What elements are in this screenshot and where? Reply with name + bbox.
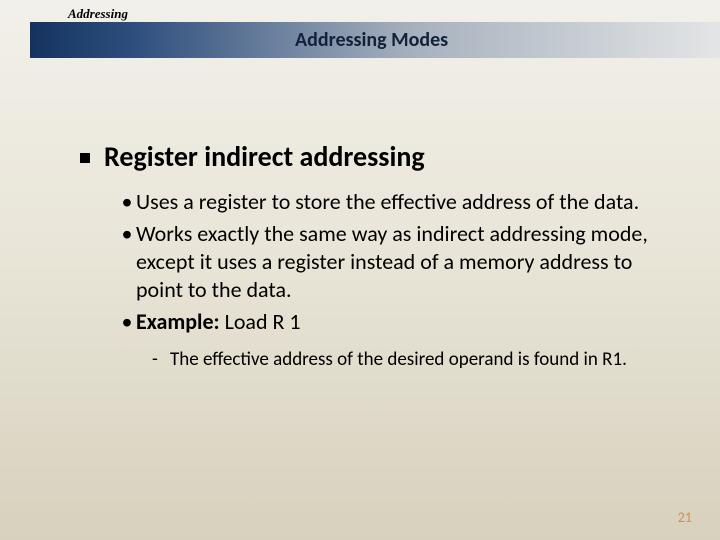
- list-item: • Works exactly the same way as indirect…: [118, 220, 660, 304]
- heading-text: Register indirect addressing: [104, 140, 425, 174]
- content-area: Register indirect addressing • Uses a re…: [80, 140, 660, 373]
- example-label: Example:: [136, 308, 220, 335]
- page-number: 21: [678, 509, 692, 526]
- bullet-list: • Uses a register to store the effective…: [118, 188, 660, 337]
- heading-bullet: Register indirect addressing: [80, 140, 660, 174]
- slide: Addressing Addressing Modes Register ind…: [0, 0, 720, 540]
- square-bullet-icon: [80, 153, 90, 163]
- list-item: • Uses a register to store the effective…: [118, 188, 660, 216]
- bullet-dot-icon: •: [118, 308, 136, 336]
- bullet-dot-icon: •: [118, 188, 136, 216]
- sub-note-text: The effective address of the desired ope…: [170, 348, 660, 373]
- example-line: Example: Load R 1: [136, 308, 660, 336]
- section-label: Addressing: [68, 6, 128, 22]
- dash-bullet-icon: -: [152, 348, 170, 373]
- bullet-dot-icon: •: [118, 220, 136, 248]
- example-text: Load R 1: [220, 308, 301, 335]
- list-item-text: Works exactly the same way as indirect a…: [136, 220, 660, 304]
- title-bar: Addressing Modes: [30, 22, 720, 58]
- list-item-text: Uses a register to store the effective a…: [136, 188, 660, 216]
- sub-note-item: - The effective address of the desired o…: [152, 348, 660, 373]
- slide-title: Addressing Modes: [295, 28, 448, 52]
- sub-note-list: - The effective address of the desired o…: [152, 348, 660, 373]
- list-item-example: • Example: Load R 1: [118, 308, 660, 336]
